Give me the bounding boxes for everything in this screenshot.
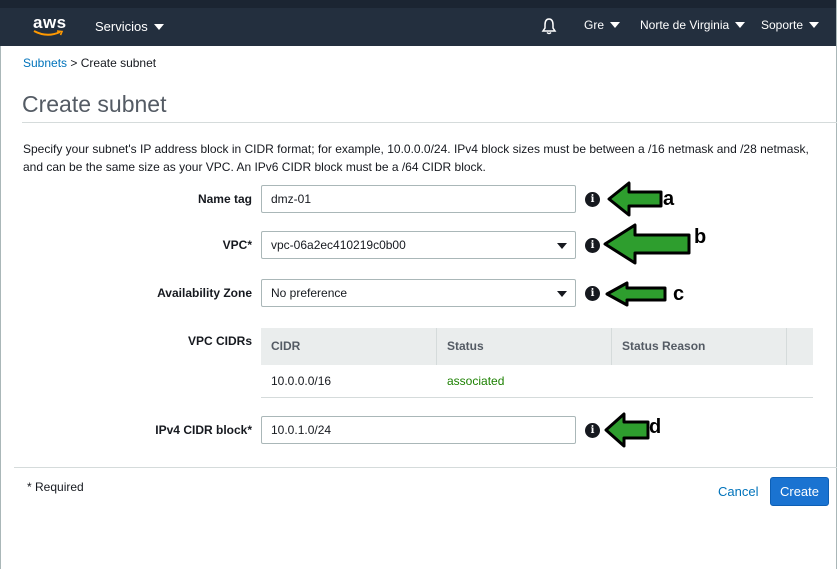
ipv4-cidr-input[interactable]: 10.0.1.0/24 (261, 416, 576, 444)
annotation-arrow-icon (607, 181, 663, 217)
chevron-down-icon (557, 291, 567, 297)
breadcrumb: Subnets > Create subnet (23, 56, 156, 70)
support-menu[interactable]: Soporte (761, 18, 820, 32)
region-menu[interactable]: Norte de Virginia (640, 18, 746, 32)
chevron-down-icon (809, 22, 820, 28)
page-border (0, 46, 1, 569)
ipv4-cidr-label: IPv4 CIDR block* (155, 423, 252, 437)
breadcrumb-current: Create subnet (80, 56, 157, 70)
services-menu[interactable]: Servicios (95, 19, 164, 34)
availability-zone-value: No preference (271, 286, 348, 300)
table-row: 10.0.0.0/16 associated (261, 365, 813, 398)
column-header-status: Status (437, 328, 612, 365)
create-button[interactable]: Create (770, 477, 829, 506)
logo-smile-icon (33, 30, 64, 36)
annotation-arrow-icon (604, 412, 650, 448)
column-header-cidr: CIDR (261, 328, 437, 365)
cancel-button[interactable]: Cancel (718, 484, 758, 499)
support-label: Soporte (761, 18, 804, 32)
status-cell: associated (447, 374, 505, 388)
availability-zone-label: Availability Zone (157, 286, 252, 300)
bell-icon[interactable] (540, 17, 558, 40)
chevron-down-icon (557, 243, 567, 249)
info-icon[interactable]: i (585, 286, 600, 301)
name-tag-input[interactable]: dmz-01 (261, 185, 576, 213)
info-icon[interactable]: i (585, 238, 600, 253)
services-label: Servicios (95, 19, 148, 34)
vpc-select[interactable]: vpc-06a2ec410219c0b00 (261, 231, 576, 259)
top-nav-strip (0, 0, 837, 8)
breadcrumb-subnets-link[interactable]: Subnets (23, 56, 67, 70)
breadcrumb-separator: > (67, 56, 81, 70)
chevron-down-icon (735, 22, 746, 28)
form-description: Specify your subnet's IP address block i… (23, 142, 809, 174)
table-header: CIDR Status Status Reason (261, 328, 813, 365)
user-menu[interactable]: Gre (584, 18, 621, 32)
info-icon[interactable]: i (585, 192, 600, 207)
required-note: * Required (27, 480, 84, 494)
page-title: Create subnet (22, 91, 167, 117)
annotation-label-a: a (663, 188, 675, 210)
annotation-arrow-icon (603, 223, 691, 265)
top-nav-bar: aws Servicios Gre Norte de Virginia Sopo… (0, 0, 837, 46)
region-label: Norte de Virginia (640, 18, 730, 32)
annotation-label-b: b (694, 226, 707, 248)
chevron-down-icon (610, 22, 621, 28)
name-tag-label: Name tag (197, 192, 252, 206)
aws-logo[interactable]: aws (33, 13, 67, 36)
column-header-status-reason: Status Reason (612, 328, 787, 365)
annotation-label-d: d (649, 416, 662, 438)
cidr-cell: 10.0.0.0/16 (271, 374, 332, 388)
status-reason-cell (612, 365, 787, 397)
chevron-down-icon (153, 23, 164, 30)
availability-zone-select[interactable]: No preference (261, 279, 576, 307)
vpc-cidrs-label: VPC CIDRs (187, 334, 252, 348)
vpc-cidrs-table: CIDR Status Status Reason 10.0.0.0/16 as… (261, 328, 813, 398)
footer-divider (14, 467, 837, 468)
user-label: Gre (584, 18, 605, 32)
annotation-label-c: c (673, 283, 685, 305)
vpc-select-value: vpc-06a2ec410219c0b00 (271, 238, 406, 252)
title-divider (22, 122, 837, 123)
info-icon[interactable]: i (585, 423, 600, 438)
vpc-label: VPC* (222, 238, 252, 252)
annotation-arrow-icon (605, 281, 667, 307)
